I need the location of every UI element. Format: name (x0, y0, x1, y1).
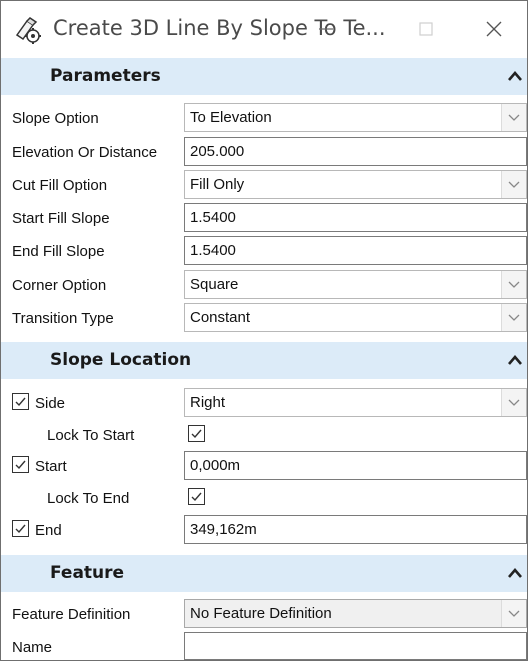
side-row: Side Right (1, 387, 527, 420)
elevation-or-distance-row: Elevation Or Distance 205.000 (1, 136, 527, 169)
close-icon (486, 21, 502, 37)
cut-fill-option-dropdown[interactable]: Fill Only (184, 170, 527, 199)
feature-section-header[interactable]: Feature (1, 555, 527, 592)
name-row: Name (1, 631, 527, 664)
minimize-icon (319, 28, 333, 30)
close-button[interactable] (471, 9, 517, 49)
checkmark-icon (15, 397, 26, 407)
field-label: Start Fill Slope (12, 210, 110, 227)
slope-option-dropdown[interactable]: To Elevation (184, 103, 527, 132)
chevron-down-icon[interactable] (501, 389, 526, 416)
dropdown-value: Constant (190, 309, 251, 326)
cut-fill-option-row: Cut Fill Option Fill Only (1, 169, 527, 202)
field-label: Start (35, 458, 67, 475)
checkmark-icon (191, 429, 202, 439)
chevron-down-icon[interactable] (501, 104, 526, 131)
checkmark-icon (15, 524, 26, 534)
start-input[interactable]: 0,000m (184, 451, 527, 480)
slope-option-row: Slope Option To Elevation (1, 102, 527, 135)
field-label: End Fill Slope (12, 243, 105, 260)
maximize-icon (419, 22, 433, 36)
chevron-up-icon[interactable] (507, 68, 523, 84)
end-fill-slope-row: End Fill Slope 1.5400 (1, 235, 527, 268)
chevron-down-icon[interactable] (501, 171, 526, 198)
lock-to-start-row: Lock To Start (1, 419, 527, 452)
field-label: Side (35, 395, 66, 412)
chevron-down-icon[interactable] (501, 271, 526, 298)
corner-option-dropdown[interactable]: Square (184, 270, 527, 299)
parameters-section-header[interactable]: Parameters (1, 58, 527, 95)
input-value: 0,000m (190, 457, 241, 474)
dropdown-value: No Feature Definition (190, 605, 332, 622)
chevron-down-icon[interactable] (501, 600, 526, 627)
dropdown-value: Square (190, 276, 239, 293)
maximize-button (403, 9, 449, 49)
field-label: Transition Type (12, 310, 114, 327)
chevron-up-icon[interactable] (507, 352, 523, 368)
chevron-up-icon[interactable] (507, 565, 523, 581)
input-value: 1.5400 (190, 209, 236, 226)
feature-definition-row: Feature Definition No Feature Definition (1, 598, 527, 631)
slope-location-section-header[interactable]: Slope Location (1, 342, 527, 379)
feature-definition-dropdown[interactable]: No Feature Definition (184, 599, 527, 628)
section-title: Parameters (50, 66, 161, 86)
side-dropdown[interactable]: Right (184, 388, 527, 417)
end-checkbox[interactable] (12, 520, 29, 537)
end-input[interactable]: 349,162m (184, 515, 527, 544)
lock-to-end-row: Lock To End (1, 482, 527, 515)
lock-to-start-checkbox[interactable] (188, 425, 205, 442)
end-fill-slope-input[interactable]: 1.5400 (184, 236, 527, 265)
field-label: Corner Option (12, 277, 107, 294)
transition-type-row: Transition Type Constant (1, 302, 527, 335)
tool-settings-icon (13, 15, 43, 45)
input-value: 1.5400 (190, 242, 236, 259)
chevron-down-icon[interactable] (501, 304, 526, 331)
start-checkbox[interactable] (12, 456, 29, 473)
field-label: Name (12, 639, 53, 656)
start-fill-slope-row: Start Fill Slope 1.5400 (1, 202, 527, 235)
dropdown-value: Fill Only (190, 176, 245, 193)
end-row: End 349,162m (1, 514, 527, 547)
start-fill-slope-input[interactable]: 1.5400 (184, 203, 527, 232)
section-title: Slope Location (50, 350, 192, 370)
section-title: Feature (50, 563, 125, 583)
start-row: Start 0,000m (1, 450, 527, 483)
dropdown-value: To Elevation (190, 109, 272, 126)
title-bar[interactable]: Create 3D Line By Slope To Te... (1, 1, 527, 58)
elevation-or-distance-input[interactable]: 205.000 (184, 137, 527, 166)
field-label: Lock To End (47, 490, 130, 507)
corner-option-row: Corner Option Square (1, 269, 527, 302)
field-label: Feature Definition (12, 606, 131, 623)
input-value: 205.000 (190, 143, 245, 160)
side-checkbox[interactable] (12, 393, 29, 410)
checkmark-icon (191, 492, 202, 502)
checkmark-icon (15, 460, 26, 470)
tool-window: Create 3D Line By Slope To Te... Paramet… (0, 0, 528, 661)
field-label: Slope Option (12, 110, 99, 127)
field-label: End (35, 522, 62, 539)
lock-to-end-checkbox[interactable] (188, 488, 205, 505)
transition-type-dropdown[interactable]: Constant (184, 303, 527, 332)
field-label: Elevation Or Distance (12, 144, 158, 161)
minimize-button[interactable] (303, 9, 349, 49)
dropdown-value: Right (190, 394, 226, 411)
field-label: Lock To Start (47, 427, 135, 444)
name-input[interactable] (184, 632, 527, 660)
input-value: 349,162m (190, 521, 257, 538)
field-label: Cut Fill Option (12, 177, 108, 194)
